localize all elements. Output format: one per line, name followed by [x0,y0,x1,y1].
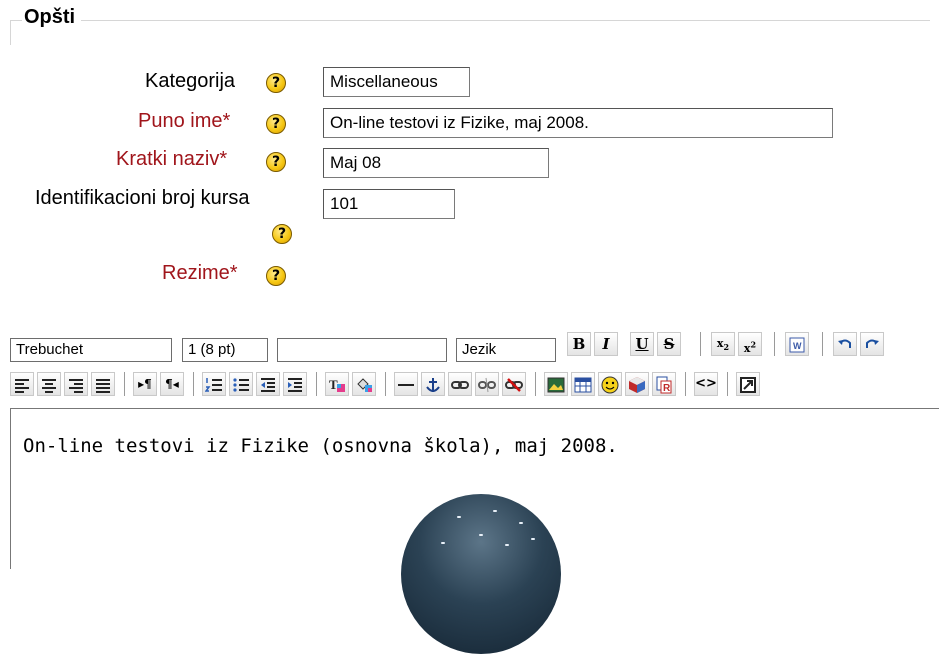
toolbar-separator [685,372,686,396]
fullscreen-button[interactable] [736,372,760,396]
align-right-icon [69,379,83,393]
strikethrough-button[interactable]: S [657,332,681,356]
category-help-icon[interactable]: ? [266,73,286,93]
fullname-help-icon[interactable]: ? [266,114,286,134]
shortname-help-icon[interactable]: ? [266,152,286,172]
special-char-button[interactable] [625,372,649,396]
justify-icon [96,379,110,393]
toolbar-separator [385,372,386,396]
background-color-button[interactable] [352,372,376,396]
fullname-label: Puno ime* [138,110,231,132]
format-select[interactable] [277,338,447,362]
redo-button[interactable] [860,332,884,356]
table-icon [574,377,592,393]
paste-word-button[interactable]: W [785,332,809,356]
horizontal-rule-icon [398,384,414,386]
undo-button[interactable] [833,332,857,356]
superscript-button[interactable]: x2 [738,332,762,356]
indent-button[interactable] [283,372,307,396]
summary-label: Rezime* [162,262,238,284]
unlink-icon [478,377,496,393]
toolbar-separator [193,372,194,396]
align-left-icon [15,379,29,393]
ltr-icon: ▸¶ [138,377,152,391]
ltr-button[interactable]: ▸¶ [133,372,157,396]
smiley-button[interactable] [598,372,622,396]
idnumber-help-icon[interactable]: ? [272,224,292,244]
text-color-icon: T [329,377,345,392]
search-replace-button[interactable]: R [652,372,676,396]
smiley-icon [601,376,619,394]
unlink-button[interactable] [475,372,499,396]
rtl-button[interactable]: ¶◂ [160,372,184,396]
language-select[interactable]: Jezik [456,338,556,362]
unordered-list-icon [233,378,249,392]
summary-editor[interactable]: On-line testovi iz Fizike (osnovna škola… [10,408,939,654]
align-center-icon [42,379,56,393]
align-center-button[interactable] [37,372,61,396]
summary-help-icon[interactable]: ? [266,266,286,286]
table-button[interactable] [571,372,595,396]
superscript-icon: x2 [743,339,757,355]
ordered-list-button[interactable] [202,372,226,396]
font-family-select[interactable]: Trebuchet [10,338,172,362]
subscript-icon: x2 [716,337,730,353]
underline-button[interactable]: U [630,332,654,356]
text-color-button[interactable]: T [325,372,349,396]
idnumber-input[interactable]: 101 [323,189,455,219]
background-color-icon [357,378,372,392]
undo-icon [838,339,851,348]
toolbar-separator [535,372,536,396]
toolbar-separator [124,372,125,396]
toolbar-separator [822,332,823,356]
italic-button[interactable]: I [594,332,618,356]
outdent-button[interactable] [256,372,280,396]
category-select[interactable]: Miscellaneous [323,67,470,97]
link-icon [451,381,469,389]
fieldset-legend: Opšti [22,6,82,29]
fieldset-border [10,20,930,21]
editor-content: On-line testovi iz Fizike (osnovna škola… [23,435,618,457]
html-source-icon: <> [695,376,717,391]
nolink-icon [505,378,523,392]
rtl-icon: ¶◂ [165,377,179,391]
image-button[interactable] [544,372,568,396]
svg-text:R: R [663,383,671,394]
redo-icon [866,339,879,348]
fullscreen-icon [740,377,756,393]
toolbar-separator [774,332,775,356]
toolbar-separator [316,372,317,396]
bold-button[interactable]: B [567,332,591,356]
idnumber-label: Identifikacioni broj kursa [35,187,250,209]
anchor-button[interactable] [421,372,445,396]
subscript-button[interactable]: x2 [711,332,735,356]
justify-button[interactable] [91,372,115,396]
special-char-icon [629,377,645,393]
unordered-list-button[interactable] [229,372,253,396]
globe-image [401,494,561,654]
image-icon [547,377,565,393]
toolbar-separator [700,332,701,356]
svg-text:W: W [793,341,802,351]
horizontal-rule-button[interactable] [394,372,418,396]
shortname-input[interactable]: Maj 08 [323,148,549,178]
nolink-button[interactable] [502,372,526,396]
indent-icon [288,378,302,392]
fieldset-border-left [10,20,11,45]
category-label: Kategorija [145,70,236,92]
outdent-icon [261,378,275,392]
paste-word-icon: W [789,337,805,353]
fullname-input[interactable]: On-line testovi iz Fizike, maj 2008. [323,108,833,138]
shortname-label: Kratki naziv* [116,148,228,170]
svg-text:T: T [329,377,338,392]
search-replace-icon: R [656,376,672,394]
anchor-icon [426,378,440,392]
align-left-button[interactable] [10,372,34,396]
font-size-select[interactable]: 1 (8 pt) [182,338,268,362]
toolbar-separator [727,372,728,396]
link-button[interactable] [448,372,472,396]
ordered-list-icon [205,378,222,392]
html-source-button[interactable]: <> [694,372,718,396]
align-right-button[interactable] [64,372,88,396]
